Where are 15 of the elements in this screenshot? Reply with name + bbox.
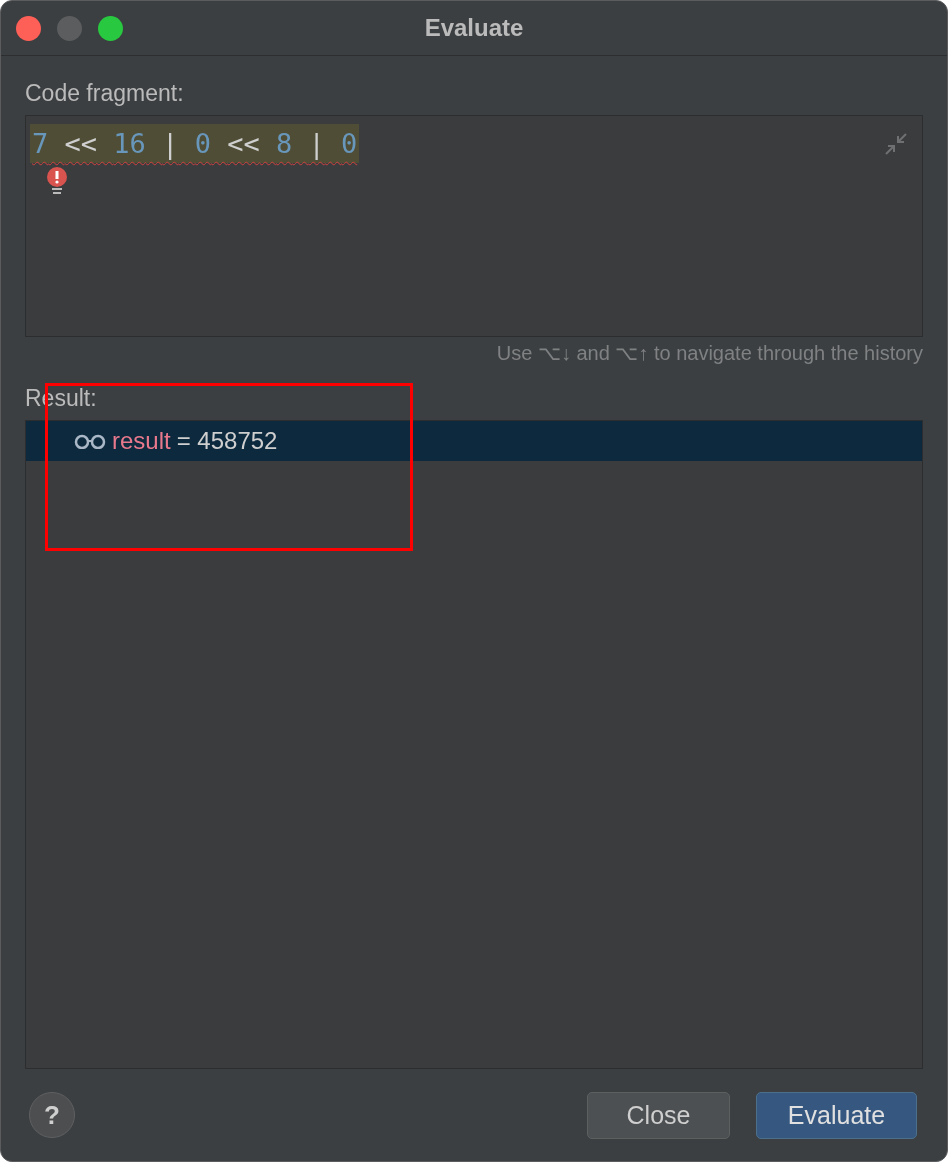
collapse-icon[interactable] bbox=[884, 132, 908, 156]
variable-value: = 458752 bbox=[176, 427, 278, 455]
result-row[interactable]: result = 458752 bbox=[26, 421, 922, 461]
code-editor[interactable]: 7 << 16 | 0 << 8 | 0 bbox=[25, 115, 923, 337]
variable-name: result bbox=[112, 427, 171, 455]
zoom-button[interactable] bbox=[98, 16, 123, 41]
window-title: Evaluate bbox=[424, 14, 524, 42]
help-button[interactable]: ? bbox=[29, 1092, 75, 1138]
history-hint: Use ⌥↓ and ⌥↑ to navigate through the history bbox=[496, 341, 923, 365]
error-bulb-icon[interactable] bbox=[46, 167, 68, 195]
close-button[interactable] bbox=[16, 16, 41, 41]
code-fragment-label: Code fragment: bbox=[25, 80, 185, 107]
close-dialog-button[interactable]: Close bbox=[587, 1091, 730, 1139]
glasses-icon bbox=[74, 433, 106, 449]
evaluate-button[interactable]: Evaluate bbox=[756, 1091, 917, 1139]
